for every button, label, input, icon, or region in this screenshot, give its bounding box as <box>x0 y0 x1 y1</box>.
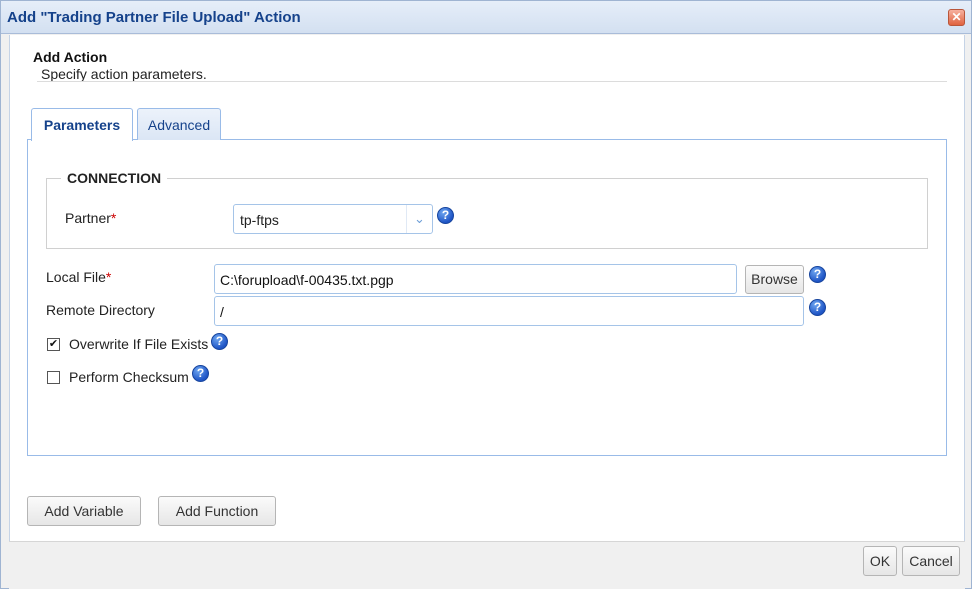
overwrite-label[interactable]: Overwrite If File Exists <box>69 336 208 352</box>
local-file-label-text: Local File <box>46 269 106 285</box>
help-icon[interactable]: ? <box>437 207 454 224</box>
ok-button[interactable]: OK <box>863 546 897 576</box>
dialog-footer <box>9 541 965 589</box>
browse-button[interactable]: Browse <box>745 265 804 294</box>
add-function-button[interactable]: Add Function <box>158 496 276 526</box>
dialog-window: Add "Trading Partner File Upload" Action… <box>0 0 972 589</box>
tab-advanced[interactable]: Advanced <box>137 108 221 140</box>
header-title: Add Action <box>33 49 108 65</box>
tab-parameters[interactable]: Parameters <box>31 108 133 141</box>
dialog-title: Add "Trading Partner File Upload" Action <box>7 9 301 26</box>
checksum-label[interactable]: Perform Checksum <box>69 369 189 385</box>
connection-fieldset <box>46 178 928 249</box>
help-icon[interactable]: ? <box>809 299 826 316</box>
dialog-titlebar[interactable]: Add "Trading Partner File Upload" Action… <box>1 1 971 34</box>
close-icon[interactable]: ✕ <box>948 9 965 26</box>
partner-label: Partner* <box>65 210 116 226</box>
local-file-input[interactable]: C:\forupload\f-00435.txt.pgp <box>214 264 737 294</box>
header-subtitle: Specify action parameters. <box>41 66 207 82</box>
partner-select-value: tp-ftps <box>240 212 279 228</box>
required-marker: * <box>110 210 117 226</box>
help-icon[interactable]: ? <box>211 333 228 350</box>
remote-directory-input[interactable]: / <box>214 296 804 326</box>
local-file-label: Local File* <box>46 269 111 285</box>
connection-legend: CONNECTION <box>61 170 168 186</box>
required-marker: * <box>105 269 112 285</box>
partner-select[interactable]: tp-ftps ⌄ <box>233 204 433 234</box>
remote-directory-label: Remote Directory <box>46 302 155 318</box>
cancel-button[interactable]: Cancel <box>902 546 960 576</box>
chevron-down-icon[interactable]: ⌄ <box>406 205 432 233</box>
header-divider <box>37 81 947 82</box>
partner-label-text: Partner <box>65 210 111 226</box>
help-icon[interactable]: ? <box>192 365 209 382</box>
help-icon[interactable]: ? <box>809 266 826 283</box>
add-variable-button[interactable]: Add Variable <box>27 496 141 526</box>
checksum-checkbox[interactable] <box>47 371 60 384</box>
overwrite-checkbox[interactable]: ✔ <box>47 338 60 351</box>
